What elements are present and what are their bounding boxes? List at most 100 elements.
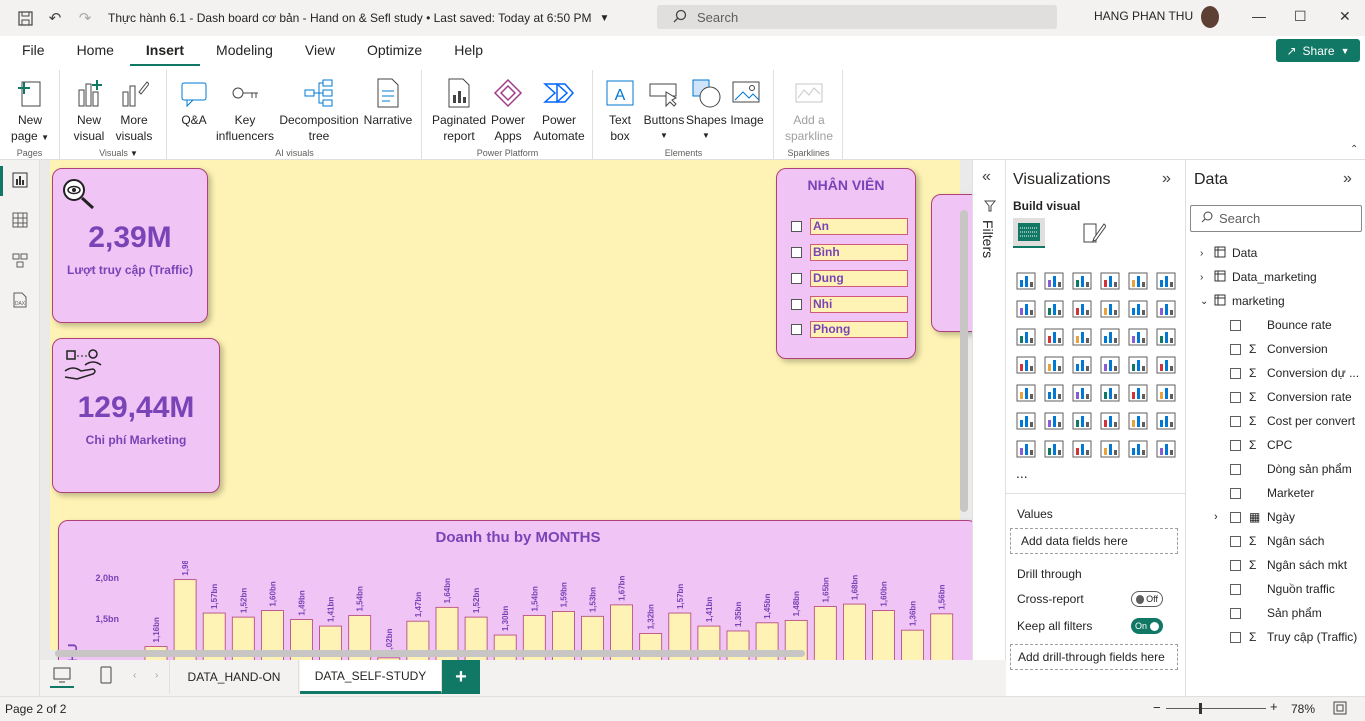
vertical-scrollbar[interactable] [960, 210, 968, 512]
report-view-icon[interactable] [10, 172, 30, 192]
fit-to-page-icon[interactable] [1333, 701, 1347, 718]
slicer-checkbox[interactable] [791, 220, 802, 232]
slicer-item-phong[interactable]: Phong [791, 320, 908, 338]
field-item[interactable]: Σ Cost per convert [1230, 411, 1355, 431]
chevron-right-icon[interactable]: › [1214, 511, 1218, 523]
azure-map-icon[interactable] [1100, 356, 1120, 374]
slicer-checkbox[interactable] [791, 272, 802, 284]
multi-row-card-icon[interactable] [1016, 384, 1036, 402]
field-item[interactable]: Σ Conversion dự ... [1230, 363, 1359, 383]
cross-report-toggle[interactable]: Off [1131, 591, 1163, 607]
text-box-button[interactable]: A Text box [602, 76, 638, 144]
close-icon[interactable]: ✕ [1339, 8, 1351, 25]
field-checkbox[interactable] [1230, 631, 1241, 643]
field-item[interactable]: Sản phẩm [1230, 603, 1322, 623]
field-item[interactable]: Σ CPC [1230, 435, 1292, 455]
menu-optimize[interactable]: Optimize [351, 36, 438, 66]
slicer-item-an[interactable]: An [791, 217, 908, 235]
menu-home[interactable]: Home [61, 36, 130, 66]
minimize-icon[interactable]: — [1252, 8, 1266, 24]
line-column-chart-icon[interactable] [1128, 300, 1148, 318]
button-slicer-icon[interactable] [1072, 440, 1092, 458]
menu-file[interactable]: File [6, 36, 61, 66]
field-checkbox[interactable] [1230, 463, 1241, 475]
qa-button[interactable]: Q&A [174, 76, 214, 128]
field-item[interactable]: › ▦ Ngày [1214, 507, 1295, 527]
undo-icon[interactable]: ↶ [40, 0, 70, 36]
slicer-checkbox[interactable] [791, 298, 802, 310]
kpi-icon[interactable] [1044, 384, 1064, 402]
field-item[interactable]: Dòng sản phẩm [1230, 459, 1352, 479]
user-name[interactable]: HANG PHAN THU [1094, 9, 1193, 23]
narrative-icon[interactable] [1128, 412, 1148, 430]
more-visuals-ellipsis[interactable]: ... [1016, 465, 1028, 481]
tab-next-icon[interactable]: › [155, 670, 158, 681]
data-search-input[interactable]: Search [1190, 205, 1362, 232]
power-automate-icon[interactable] [1156, 440, 1176, 458]
field-item[interactable]: Σ Conversion [1230, 339, 1328, 359]
revenue-by-month-chart[interactable]: Doanh thu by MONTHS THU 2,0bn 1,5bn 1,16bn 1… [58, 520, 972, 660]
shapes-button[interactable]: Shapes ▼ [686, 76, 727, 144]
field-checkbox[interactable] [1230, 391, 1241, 403]
share-button[interactable]: ↗ Share ▼ [1276, 39, 1360, 62]
kpi-card-marketing-cost[interactable]: 129,44M Chi phí Marketing [52, 338, 220, 493]
menu-insert[interactable]: Insert [129, 36, 201, 66]
employee-slicer[interactable]: NHÂN VIÊN An Bình Dung Nhi Phong [776, 168, 916, 359]
power-apps-visual-icon[interactable] [1128, 440, 1148, 458]
paginated-report-icon[interactable] [1016, 440, 1036, 458]
funnel-chart-icon[interactable] [1072, 328, 1092, 346]
save-icon[interactable] [10, 0, 40, 36]
map-icon[interactable] [1044, 356, 1064, 374]
100-bar-chart-icon[interactable] [1128, 272, 1148, 290]
image-button[interactable]: Image [728, 76, 766, 128]
treemap-icon[interactable] [1016, 356, 1036, 374]
collapse-visualizations-icon[interactable]: » [1162, 170, 1171, 188]
field-checkbox[interactable] [1230, 367, 1241, 379]
key-influencers-button[interactable]: Key influencers [214, 76, 276, 144]
scatter-chart-icon[interactable] [1100, 328, 1120, 346]
decomposition-tree-button[interactable]: Decomposition tree [278, 76, 360, 144]
menu-modeling[interactable]: Modeling [200, 36, 289, 66]
menu-view[interactable]: View [289, 36, 351, 66]
mobile-layout-icon[interactable] [100, 666, 112, 687]
metrics-icon[interactable] [1156, 412, 1176, 430]
power-automate-button[interactable]: Power Automate [529, 76, 589, 144]
field-checkbox[interactable] [1230, 559, 1241, 571]
zoom-in-icon[interactable]: + [1270, 699, 1278, 714]
keep-all-filters-toggle[interactable]: On [1131, 618, 1163, 634]
stacked-bar-chart-icon[interactable] [1016, 272, 1036, 290]
values-well[interactable]: Add data fields here [1010, 528, 1178, 554]
desktop-layout-icon[interactable] [50, 664, 74, 688]
pie-chart-icon[interactable] [1128, 328, 1148, 346]
card-icon[interactable] [1156, 356, 1176, 374]
field-item[interactable]: Σ Truy cập (Traffic) [1230, 627, 1357, 647]
field-item[interactable]: Marketer [1230, 483, 1314, 503]
table-data-marketing[interactable]: › Data_marketing [1200, 267, 1317, 287]
table-marketing[interactable]: ⌄ marketing [1200, 291, 1285, 311]
waterfall-chart-icon[interactable] [1044, 328, 1064, 346]
card-new-icon[interactable] [1044, 440, 1064, 458]
slicer-checkbox[interactable] [791, 246, 802, 258]
filters-pane[interactable]: « Filters [972, 160, 1006, 660]
100-area-chart-icon[interactable] [1100, 300, 1120, 318]
zoom-out-icon[interactable]: − [1153, 700, 1161, 715]
slicer-item-binh[interactable]: Bình [791, 243, 908, 261]
ribbon-chart-icon[interactable] [1016, 328, 1036, 346]
filled-map-icon[interactable] [1072, 356, 1092, 374]
narrative-button[interactable]: Narrative [360, 76, 416, 128]
paginated-report-button[interactable]: Paginated report [429, 76, 489, 144]
field-checkbox[interactable] [1230, 415, 1241, 427]
field-item[interactable]: Σ Conversion rate [1230, 387, 1352, 407]
field-checkbox[interactable] [1230, 535, 1241, 547]
line-clustered-column-icon[interactable] [1156, 300, 1176, 318]
stacked-area-chart-icon[interactable] [1072, 300, 1092, 318]
field-checkbox[interactable] [1230, 439, 1241, 451]
clustered-column-chart-icon[interactable] [1100, 272, 1120, 290]
slicer-checkbox[interactable] [791, 323, 802, 335]
field-item[interactable]: Bounce rate [1230, 315, 1332, 335]
collapse-data-icon[interactable]: » [1343, 170, 1352, 188]
tab-data-hand-on[interactable]: DATA_HAND-ON [169, 660, 299, 694]
field-item[interactable]: Σ Ngân sách [1230, 531, 1324, 551]
field-checkbox[interactable] [1230, 319, 1241, 331]
gauge-icon[interactable] [1128, 356, 1148, 374]
